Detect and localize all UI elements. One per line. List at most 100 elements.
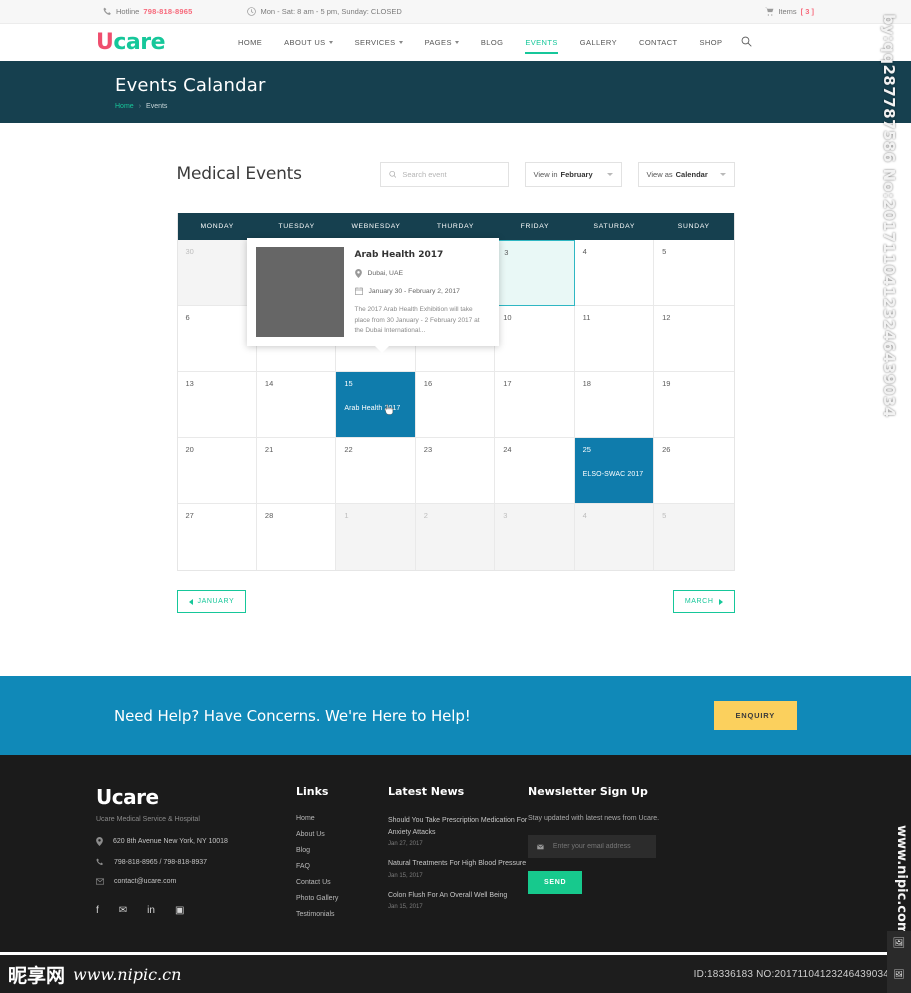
day-number: 13 <box>185 379 194 388</box>
nav-item-home[interactable]: HOME <box>227 26 273 59</box>
calendar-day-cell: 27 <box>177 504 257 570</box>
event-location-row: Dubai, UAE <box>354 269 485 278</box>
nav-item-blog[interactable]: BLOG <box>470 26 514 59</box>
event-popup-title: Arab Health 2017 <box>354 250 444 260</box>
next-month-button[interactable]: MARCH <box>672 590 735 613</box>
day-number: 6 <box>185 313 190 322</box>
day-number: 12 <box>662 313 671 322</box>
site-footer: Ucare Ucare Medical Service & Hospital 6… <box>0 755 911 952</box>
footer-phone-row: 798-818-8965 / 798-818-8937 <box>96 858 296 866</box>
event-label[interactable]: ELSO-SWAC 2017 <box>583 471 645 478</box>
calendar-day-cell: 28 <box>256 504 337 570</box>
day-header-thursday: THURDAY <box>436 223 475 230</box>
footer-logo[interactable]: Ucare <box>96 785 296 809</box>
day-number: 27 <box>185 511 194 520</box>
nav-item-gallery[interactable]: GALLERY <box>569 26 628 59</box>
calendar-day-cell-event[interactable]: 15 Arab Health 2017 <box>336 372 416 438</box>
day-number: 3 <box>504 248 509 257</box>
prev-month-button[interactable]: JANUARY <box>176 590 247 613</box>
footer-link[interactable]: Blog <box>296 847 388 854</box>
news-title[interactable]: Should You Take Prescription Medication … <box>388 815 528 838</box>
site-logo[interactable]: Ucare <box>96 29 166 55</box>
month-navigation: JANUARY MARCH <box>176 590 735 613</box>
nav-label: PAGES <box>424 38 452 47</box>
footer-link[interactable]: Testimonials <box>296 911 388 918</box>
chevron-down-icon <box>328 41 333 44</box>
chevron-down-icon <box>454 41 459 44</box>
news-date: Jan 27, 2017 <box>388 841 423 848</box>
nav-item-services[interactable]: SERVICES <box>344 26 414 59</box>
nav-label: GALLERY <box>579 38 617 47</box>
search-event-box[interactable] <box>379 161 509 187</box>
cart-link[interactable]: Items [ 3 ] <box>765 7 814 16</box>
search-input[interactable] <box>402 169 500 179</box>
nav-item-contact[interactable]: CONTACT <box>628 26 689 59</box>
day-header-tuesday: TUESDAY <box>278 223 315 230</box>
hours-block: Mon - Sat: 8 am - 5 pm, Sunday: CLOSED <box>247 7 402 16</box>
instagram-icon[interactable]: ▣ <box>175 905 184 916</box>
breadcrumb-home[interactable]: Home <box>115 103 134 110</box>
logo-care: care <box>113 29 166 55</box>
calendar-week-row: 27 28 1 2 3 4 5 <box>177 504 734 570</box>
prev-month-label: JANUARY <box>197 598 235 605</box>
events-calendar: MONDAY TUESDAY WEBNESDAY THURDAY FRIDAY … <box>176 213 735 571</box>
calendar-day-cell: 4 <box>574 504 655 570</box>
news-item: Colon Flush For An Overall Well Being Jan… <box>388 890 528 911</box>
day-number: 5 <box>662 511 667 520</box>
news-title[interactable]: Natural Treatments For High Blood Pressu… <box>388 858 528 870</box>
search-icon[interactable] <box>741 36 752 50</box>
enquiry-button[interactable]: ENQUIRY <box>713 701 797 730</box>
footer-link[interactable]: Contact Us <box>296 879 388 886</box>
nav-label: SERVICES <box>354 38 396 47</box>
linkedin-icon[interactable]: in <box>147 905 155 916</box>
view-as-prefix: View as <box>646 169 673 179</box>
nav-item-shop[interactable]: SHOP <box>689 26 734 59</box>
newsletter-field[interactable] <box>528 835 656 858</box>
calendar-day-cell: 18 <box>574 372 655 438</box>
chevron-left-icon <box>188 598 193 605</box>
day-number: 14 <box>264 379 274 388</box>
nav-label: SHOP <box>699 38 723 47</box>
watermark-side-icon: 🖼 <box>887 931 911 955</box>
newsletter-email-input[interactable] <box>552 843 647 850</box>
calendar-week-row: 20 21 22 23 24 25 ELSO-SWAC 2017 26 <box>177 438 734 504</box>
footer-phones[interactable]: 798-818-8965 / 798-818-8937 <box>114 859 207 866</box>
day-number: 10 <box>503 313 512 322</box>
nav-item-about-us[interactable]: ABOUT US <box>273 26 343 59</box>
news-item: Should You Take Prescription Medication … <box>388 815 528 847</box>
footer-link[interactable]: Photo Gallery <box>296 895 388 902</box>
calendar-day-cell: 4 <box>574 240 655 306</box>
twitter-icon[interactable]: ✉ <box>119 905 127 916</box>
view-in-value: February <box>560 169 593 179</box>
footer-email-row: contact@ucare.com <box>96 878 296 885</box>
calendar-day-headers: MONDAY TUESDAY WEBNESDAY THURDAY FRIDAY … <box>177 213 734 240</box>
event-location: Dubai, UAE <box>367 270 404 277</box>
footer-link[interactable]: Home <box>296 815 388 822</box>
nav-label: CONTACT <box>639 38 678 47</box>
footer-links-column: Links Home About Us Blog FAQ Contact Us Photo… <box>296 785 388 921</box>
facebook-icon[interactable]: f <box>96 905 99 916</box>
map-pin-icon <box>354 269 362 278</box>
chevron-down-icon <box>606 172 613 176</box>
day-number: 24 <box>503 445 512 454</box>
news-title[interactable]: Colon Flush For An Overall Well Being <box>388 890 528 902</box>
event-label[interactable]: Arab Health 2017 <box>344 405 406 412</box>
section-title: Medical Events <box>176 164 302 184</box>
footer-link[interactable]: FAQ <box>296 863 388 870</box>
calendar-day-cell: 19 <box>654 372 734 438</box>
hotline-number[interactable]: 798-818-8965 <box>143 7 192 16</box>
nav-item-events[interactable]: EVENTS <box>514 26 568 59</box>
top-bar: Hotline 798-818-8965 Mon - Sat: 8 am - 5… <box>0 0 911 24</box>
calendar-day-cell-event[interactable]: 25 ELSO-SWAC 2017 <box>574 438 655 504</box>
view-in-month-dropdown[interactable]: View in February <box>524 161 622 187</box>
nav-item-pages[interactable]: PAGES <box>414 26 470 59</box>
day-number: 22 <box>344 445 353 454</box>
day-number: 15 <box>344 379 353 388</box>
view-as-dropdown[interactable]: View as Calendar <box>637 161 735 187</box>
footer-email[interactable]: contact@ucare.com <box>114 878 176 885</box>
newsletter-send-button[interactable]: SEND <box>528 871 583 894</box>
footer-link[interactable]: About Us <box>296 831 388 838</box>
news-item: Natural Treatments For High Blood Pressu… <box>388 858 528 879</box>
watermark-id: ID:18336183 NO:20171104123246439034 <box>693 968 889 980</box>
envelope-icon <box>537 843 544 849</box>
